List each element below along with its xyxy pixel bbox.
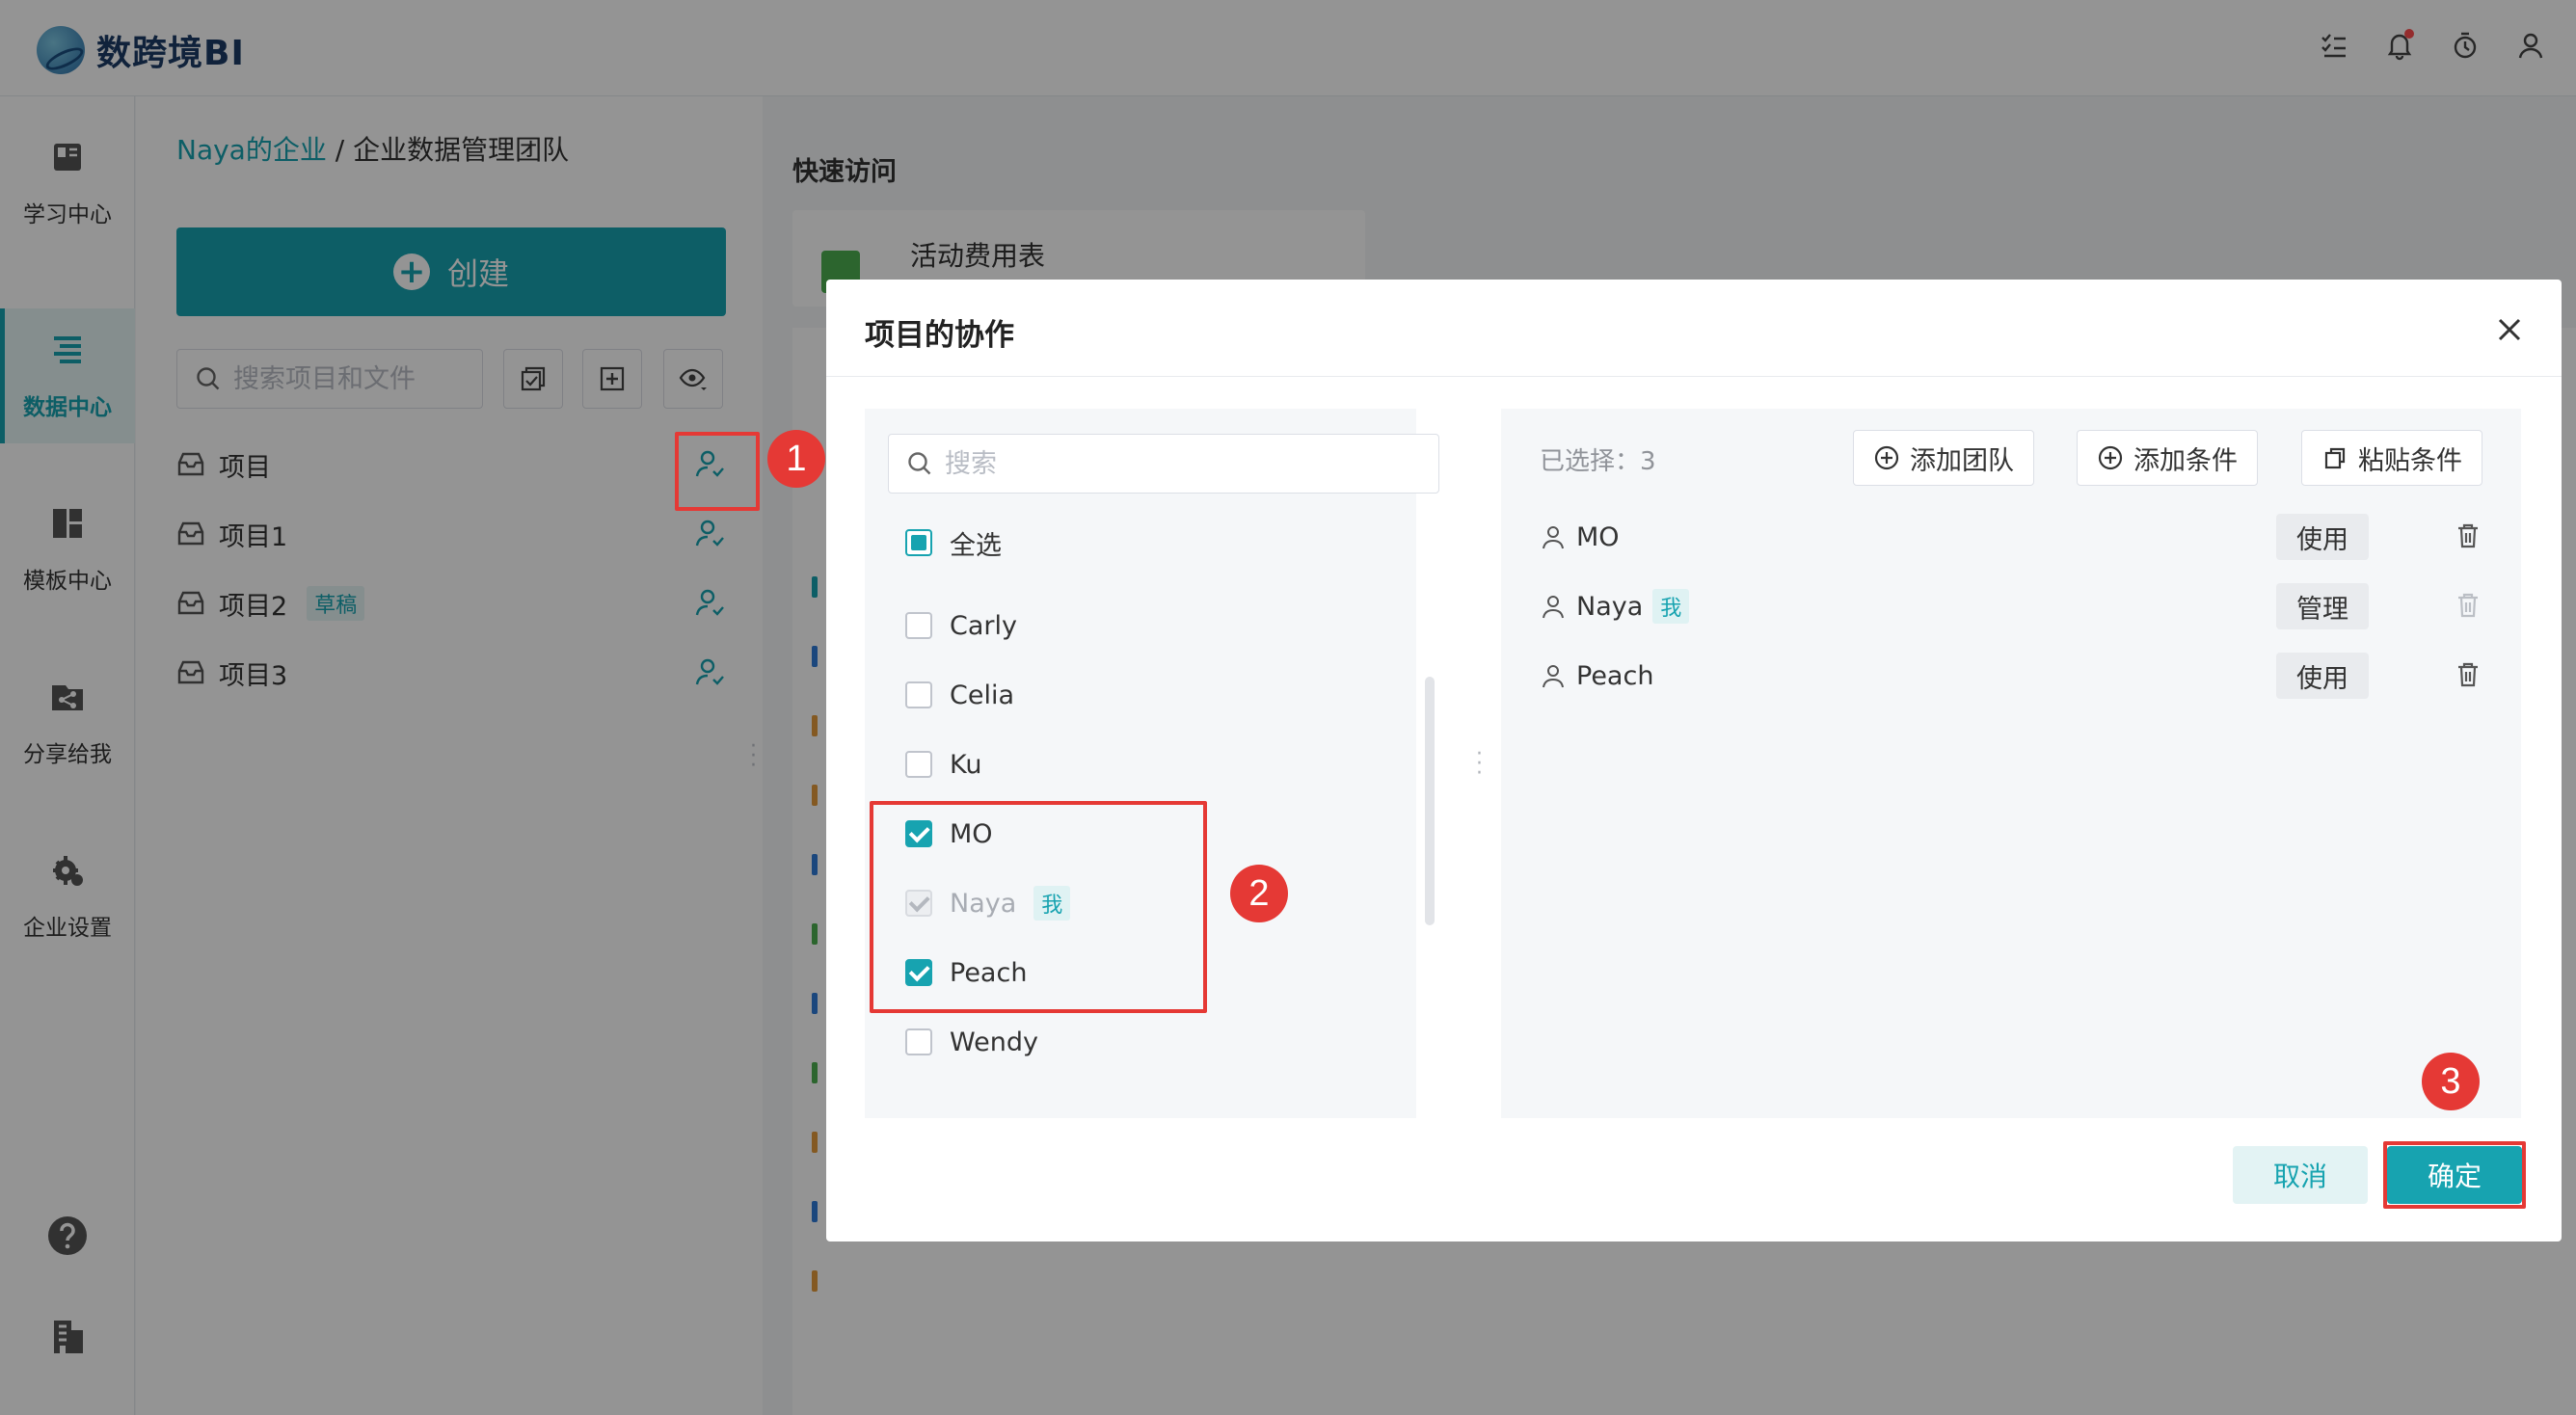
role-select[interactable]: 使用: [2276, 653, 2369, 699]
dialog-divider: [826, 376, 2562, 377]
selected-row-naya: Naya 我 管理: [1540, 577, 2494, 635]
cancel-button[interactable]: 取消: [2233, 1146, 2368, 1204]
member-name: Wendy: [950, 1027, 1038, 1057]
annotation-step-3: 3: [2422, 1053, 2480, 1110]
annotation-box-step-3: [2383, 1141, 2526, 1209]
annotation-box-step-2: [870, 801, 1207, 1013]
plus-circle-icon: [1874, 445, 1899, 470]
member-search[interactable]: [888, 434, 1439, 494]
selected-user: Peach: [1540, 661, 1653, 691]
pane-resize-handle[interactable]: · · ·: [1476, 744, 1483, 785]
role-select[interactable]: 使用: [2276, 514, 2369, 560]
annotation-box-step-1: [675, 432, 760, 511]
selected-count: 已选择：3: [1540, 447, 1656, 476]
add-condition-button[interactable]: 添加条件: [2077, 430, 2258, 486]
add-team-button[interactable]: 添加团队: [1853, 430, 2034, 486]
plus-circle-icon: [2098, 445, 2123, 470]
selected-user-name: MO: [1576, 521, 1620, 552]
annotation-step-2: 2: [1230, 865, 1288, 922]
search-icon: [908, 452, 931, 475]
checkbox[interactable]: [905, 1028, 932, 1055]
member-item-carly[interactable]: Carly: [905, 603, 1017, 648]
person-icon: [1543, 526, 1564, 549]
member-search-input[interactable]: [945, 448, 1388, 479]
selected-user: MO: [1540, 522, 1620, 552]
selected-row-mo: MO 使用: [1540, 508, 2494, 566]
me-tag: 我: [1652, 589, 1690, 624]
trash-icon[interactable]: [2454, 660, 2482, 696]
paste-icon: [2324, 447, 2346, 469]
selected-user: Naya 我: [1540, 589, 1690, 624]
select-all-label: 全选: [950, 530, 1002, 561]
annotation-step-1: 1: [767, 430, 825, 488]
checkbox-indeterminate[interactable]: [905, 529, 932, 556]
member-item-ku[interactable]: Ku: [905, 742, 981, 787]
add-condition-label: 添加条件: [2133, 445, 2238, 476]
selected-user-name: Naya: [1576, 591, 1644, 622]
member-name: Carly: [950, 610, 1017, 641]
trash-icon-disabled: [2454, 591, 2482, 627]
paste-condition-label: 粘贴条件: [2358, 445, 2462, 476]
add-team-label: 添加团队: [1910, 445, 2014, 476]
select-all-checkbox[interactable]: 全选: [905, 521, 1002, 565]
dialog-title: 项目的协作: [865, 318, 1014, 353]
person-icon: [1543, 596, 1564, 619]
selected-members-pane: 已选择：3 添加团队 添加条件 粘贴条件 MO 使用 Naya 我 管理 Pea…: [1501, 409, 2521, 1118]
member-list-scrollbar[interactable]: [1425, 677, 1435, 925]
checkbox[interactable]: [905, 612, 932, 639]
paste-condition-button[interactable]: 粘贴条件: [2301, 430, 2482, 486]
member-item-wendy[interactable]: Wendy: [905, 1020, 1038, 1064]
role-select[interactable]: 管理: [2276, 583, 2369, 629]
trash-icon[interactable]: [2454, 521, 2482, 557]
selected-user-name: Peach: [1576, 660, 1654, 691]
checkbox[interactable]: [905, 751, 932, 778]
member-name: Celia: [950, 680, 1015, 710]
checkbox[interactable]: [905, 681, 932, 708]
member-item-celia[interactable]: Celia: [905, 673, 1014, 717]
member-name: Ku: [950, 749, 982, 780]
person-icon: [1543, 665, 1564, 688]
selected-row-peach: Peach 使用: [1540, 647, 2494, 705]
close-icon[interactable]: [2492, 312, 2527, 347]
